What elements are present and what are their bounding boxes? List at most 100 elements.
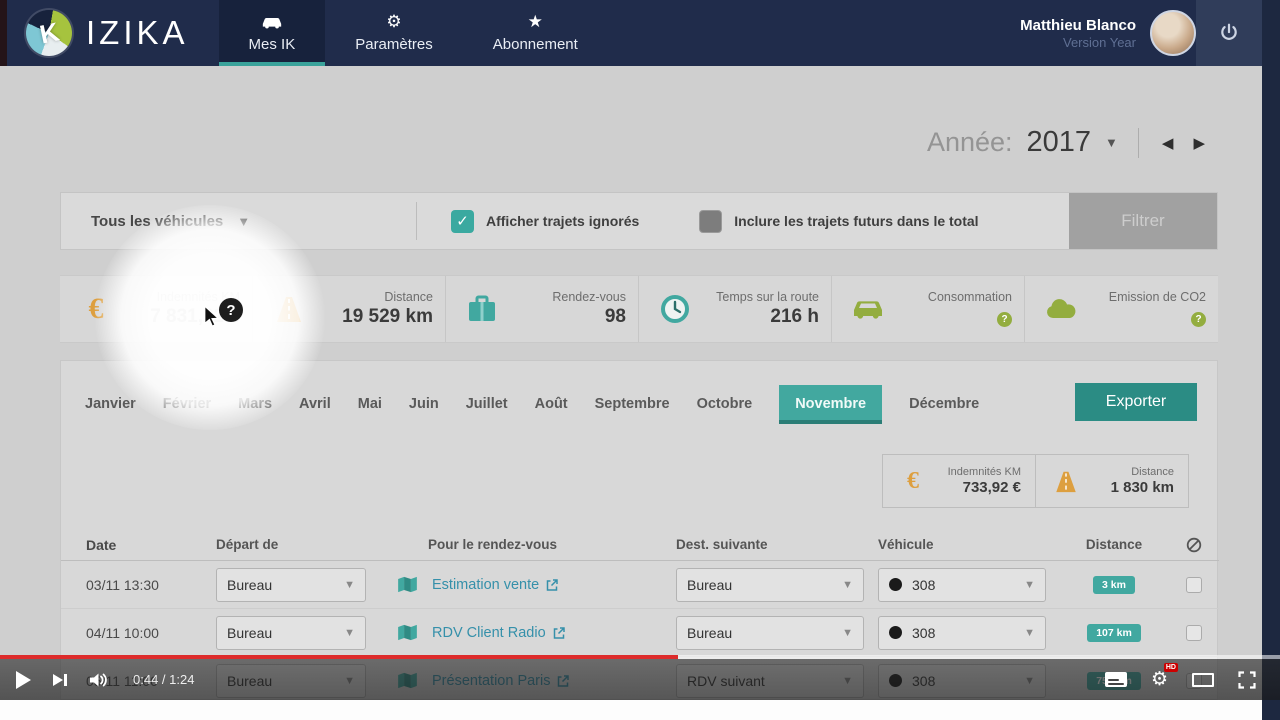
brand[interactable]: K IZIKA (0, 0, 219, 66)
checkbox-unchecked-icon (699, 210, 722, 233)
fullscreen-icon[interactable] (1238, 671, 1256, 689)
tab-label: Mes IK (249, 36, 296, 53)
theater-mode-icon[interactable] (1192, 673, 1214, 687)
avatar[interactable] (1150, 10, 1196, 56)
tab-abonnement[interactable]: ★ Abonnement (463, 0, 608, 66)
stat-emission-co2: Emission de CO2 ? (1025, 276, 1218, 342)
chevron-down-icon: ▼ (1024, 627, 1035, 639)
cloud-icon (1039, 297, 1083, 321)
screen: K IZIKA Mes IK ⚙ Paramètres ★ Abonnement… (0, 0, 1280, 720)
chevron-down-icon: ▼ (344, 579, 355, 591)
month-panel: Janvier Février Mars Avril Mai Juin Juil… (60, 360, 1218, 700)
map-icon[interactable] (397, 576, 418, 593)
video-player-controls: 0:44 / 1:24 ⚙HD (0, 655, 1280, 700)
chevron-down-icon: ▼ (237, 214, 250, 229)
filter-bar: Tous les véhicules ▼ ✓ Afficher trajets … (60, 192, 1218, 250)
road-icon (267, 295, 311, 323)
ignore-column-icon (1170, 537, 1218, 553)
month-tab-aout[interactable]: Août (535, 396, 568, 424)
include-future-checkbox[interactable]: Inclure les trajets futurs dans le total (639, 210, 978, 233)
settings-gear-icon[interactable]: ⚙HD (1151, 668, 1168, 691)
play-button[interactable] (16, 671, 31, 689)
top-navbar: K IZIKA Mes IK ⚙ Paramètres ★ Abonnement… (0, 0, 1280, 66)
user-area: Matthieu Blanco Version Year (1020, 0, 1196, 66)
month-tab-avril[interactable]: Avril (299, 396, 331, 424)
show-ignored-checkbox[interactable]: ✓ Afficher trajets ignorés (417, 210, 639, 233)
tab-mes-ik[interactable]: Mes IK (219, 0, 326, 66)
year-label: Année: (927, 127, 1013, 158)
gear-icon: ⚙ (386, 13, 401, 31)
tab-parametres[interactable]: ⚙ Paramètres (325, 0, 463, 66)
screen-edge-right (1262, 0, 1280, 720)
vehicle-filter-dropdown[interactable]: Tous les véhicules ▼ (61, 213, 416, 230)
external-link-icon (546, 579, 558, 591)
divider (1138, 128, 1139, 158)
vehicle-filter-label: Tous les véhicules (91, 213, 223, 230)
chevron-down-icon: ▼ (842, 627, 853, 639)
video-progress-bar[interactable] (0, 655, 1280, 659)
chevron-down-icon[interactable]: ▼ (1105, 135, 1118, 150)
month-tab-fevrier[interactable]: Février (163, 396, 211, 424)
logout-button[interactable] (1196, 0, 1262, 66)
brand-name: IZIKA (86, 14, 189, 52)
vehicle-select[interactable]: 308▼ (878, 616, 1046, 650)
chevron-down-icon: ▼ (842, 579, 853, 591)
nav-tabs: Mes IK ⚙ Paramètres ★ Abonnement (219, 0, 608, 66)
month-tab-janvier[interactable]: Janvier (85, 396, 136, 424)
trip-date: 04/11 10:00 (61, 625, 216, 641)
table-row: 04/11 10:00 Bureau▼ RDV Client Radio Bur… (61, 609, 1219, 657)
subtitles-icon[interactable] (1105, 672, 1127, 687)
month-tab-juillet[interactable]: Juillet (466, 396, 508, 424)
month-total-distance: Distance 1 830 km (1036, 454, 1189, 508)
month-tab-septembre[interactable]: Septembre (595, 396, 670, 424)
volume-icon[interactable] (89, 672, 109, 688)
help-icon[interactable]: ? (997, 312, 1012, 327)
ignore-checkbox[interactable] (1186, 625, 1202, 641)
table-row: 03/11 13:30 Bureau▼ Estimation vente Bur… (61, 561, 1219, 609)
vehicle-color-dot (889, 626, 902, 639)
help-icon[interactable]: ? (1191, 312, 1206, 327)
table-header: Date Départ de Pour le rendez-vous Dest.… (61, 529, 1219, 561)
vehicle-select[interactable]: 308▼ (878, 568, 1046, 602)
mouse-cursor (204, 306, 221, 328)
month-total-indemnites: € Indemnités KM 733,92 € (882, 454, 1036, 508)
depart-select[interactable]: Bureau▼ (216, 616, 366, 650)
tutorial-help-icon[interactable]: ? (219, 298, 243, 322)
month-tabs: Janvier Février Mars Avril Mai Juin Juil… (61, 361, 1217, 424)
dest-select[interactable]: Bureau▼ (676, 568, 864, 602)
road-icon (1046, 470, 1086, 493)
next-button[interactable] (53, 674, 67, 686)
filter-button[interactable]: Filtrer (1069, 193, 1217, 249)
green-car-icon (846, 297, 890, 321)
rdv-link[interactable]: RDV Client Radio (432, 625, 565, 641)
clock-icon (653, 294, 697, 324)
video-progress-played (0, 655, 678, 659)
month-tab-mai[interactable]: Mai (358, 396, 382, 424)
dest-select[interactable]: Bureau▼ (676, 616, 864, 650)
distance-badge: 107 km (1087, 624, 1141, 642)
month-tab-mars[interactable]: Mars (238, 396, 272, 424)
month-tab-decembre[interactable]: Décembre (909, 396, 979, 424)
stat-distance: Distance 19 529 km (253, 276, 446, 342)
stat-consommation: Consommation ? (832, 276, 1025, 342)
year-selector: Année: 2017 ▼ ◀ ▶ (927, 126, 1208, 159)
prev-year-icon[interactable]: ◀ (1159, 134, 1177, 152)
month-tab-juin[interactable]: Juin (409, 396, 439, 424)
month-totals: € Indemnités KM 733,92 € Distance 1 830 … (882, 454, 1189, 508)
month-tab-novembre[interactable]: Novembre (779, 385, 882, 424)
rdv-link[interactable]: Estimation vente (432, 577, 558, 593)
star-icon: ★ (528, 13, 543, 31)
tab-label: Paramètres (355, 36, 433, 53)
year-value[interactable]: 2017 (1027, 126, 1092, 159)
version-label: Version Year (1020, 35, 1136, 50)
ignore-checkbox[interactable] (1186, 577, 1202, 593)
month-tab-octobre[interactable]: Octobre (697, 396, 753, 424)
next-year-icon[interactable]: ▶ (1190, 134, 1208, 152)
map-icon[interactable] (397, 624, 418, 641)
depart-select[interactable]: Bureau▼ (216, 568, 366, 602)
euro-icon: € (893, 468, 933, 495)
export-button[interactable]: Exporter (1075, 383, 1197, 421)
chevron-down-icon: ▼ (1024, 579, 1035, 591)
briefcase-icon (460, 295, 504, 323)
chevron-down-icon: ▼ (344, 627, 355, 639)
